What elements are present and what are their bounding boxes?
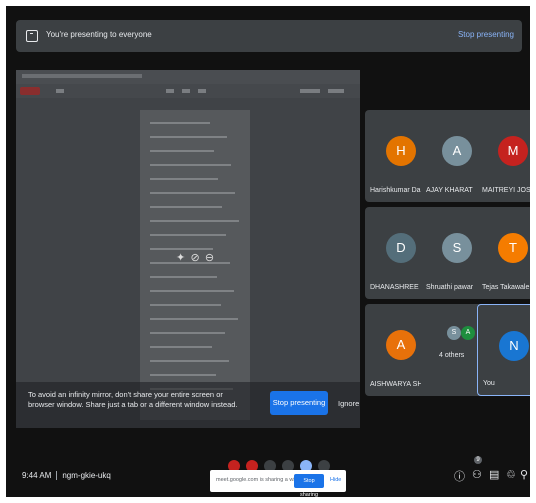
shared-screen-controls: ✦ ⊘ ⊖: [176, 248, 216, 264]
participant-name: Shruathi pawar: [426, 284, 474, 291]
participant-name: MAITREYI JOSHI: [482, 187, 530, 194]
self-tile[interactable]: •••NYou: [477, 304, 530, 396]
avatar: S: [442, 233, 472, 263]
meeting-info: 9:44 AM ngm-gkie-ukq: [22, 471, 111, 481]
infinity-mirror-warning: To avoid an infinity mirror, don't share…: [16, 382, 360, 428]
chat-icon[interactable]: ▤: [489, 468, 499, 481]
avatar: A: [442, 136, 472, 166]
sharing-notice: meet.google.com is sharing a window. Sto…: [210, 470, 346, 497]
mute-icon[interactable]: ⊘: [190, 251, 200, 264]
present-screen-icon: [26, 30, 38, 42]
avatar: A: [461, 326, 475, 340]
doc-line: [150, 234, 226, 236]
avatar: T: [498, 233, 528, 263]
shared-stop-button: [20, 87, 40, 95]
doc-line: [150, 304, 221, 306]
pin-icon[interactable]: ✦: [176, 251, 186, 264]
shared-toolbar: [16, 84, 360, 98]
avatar: D: [386, 233, 416, 263]
participant-name: Tejas Takawale: [482, 284, 530, 291]
shared-document: [140, 110, 250, 420]
avatar: H: [386, 136, 416, 166]
avatar: A: [386, 330, 416, 360]
remove-icon[interactable]: ⊖: [205, 251, 215, 264]
meeting-code[interactable]: ngm-gkie-ukq: [62, 471, 110, 480]
doc-line: [150, 136, 227, 138]
stop-sharing-button[interactable]: Stop sharing: [294, 474, 324, 497]
warning-message: To avoid an infinity mirror, don't share…: [28, 390, 238, 409]
doc-line: [150, 332, 225, 334]
doc-line: [150, 318, 238, 320]
doc-line: [150, 178, 218, 180]
participant-tile[interactable]: ✗MMAITREYI JOSHI: [477, 110, 530, 202]
doc-line: [150, 360, 229, 362]
people-count-badge: 9: [474, 456, 482, 464]
presenting-banner: You're presenting to everyone Stop prese…: [16, 20, 522, 52]
stop-presenting-link[interactable]: Stop presenting: [458, 30, 514, 39]
avatar: S: [447, 326, 461, 340]
ignore-button[interactable]: Ignore: [338, 399, 359, 408]
info-icon[interactable]: ⓘ: [454, 468, 465, 484]
hide-sharing-notice-button[interactable]: Hide: [330, 477, 341, 483]
doc-line: [150, 206, 222, 208]
participant-name: AJAY KHARAT: [426, 187, 473, 194]
doc-line: [150, 290, 234, 292]
stop-presenting-button[interactable]: Stop presenting: [270, 391, 328, 415]
clock-time: 9:44 AM: [22, 471, 52, 480]
avatar: N: [499, 331, 529, 361]
lock-icon[interactable]: ⚲: [520, 468, 528, 481]
others-label: 4 others: [439, 352, 465, 359]
doc-line: [150, 374, 216, 376]
doc-line: [150, 220, 239, 222]
presenting-text: You're presenting to everyone: [46, 30, 152, 39]
doc-line: [150, 122, 210, 124]
doc-line: [150, 276, 217, 278]
participant-name: You: [483, 380, 495, 387]
meet-window: You're presenting to everyone Stop prese…: [6, 6, 530, 497]
doc-line: [150, 150, 214, 152]
participant-tile[interactable]: ✗TTejas Takawale: [477, 207, 530, 299]
shared-screen: ✦ ⊘ ⊖: [16, 70, 360, 428]
shared-title-bar: [16, 70, 360, 84]
people-icon[interactable]: ⚇: [472, 468, 482, 481]
doc-line: [150, 192, 235, 194]
bottom-bar: 9:44 AM ngm-gkie-ukq meet.google.com is s…: [6, 446, 530, 497]
doc-line: [150, 346, 212, 348]
doc-line: [150, 164, 231, 166]
avatar: M: [498, 136, 528, 166]
activities-icon[interactable]: ♲: [506, 468, 516, 481]
